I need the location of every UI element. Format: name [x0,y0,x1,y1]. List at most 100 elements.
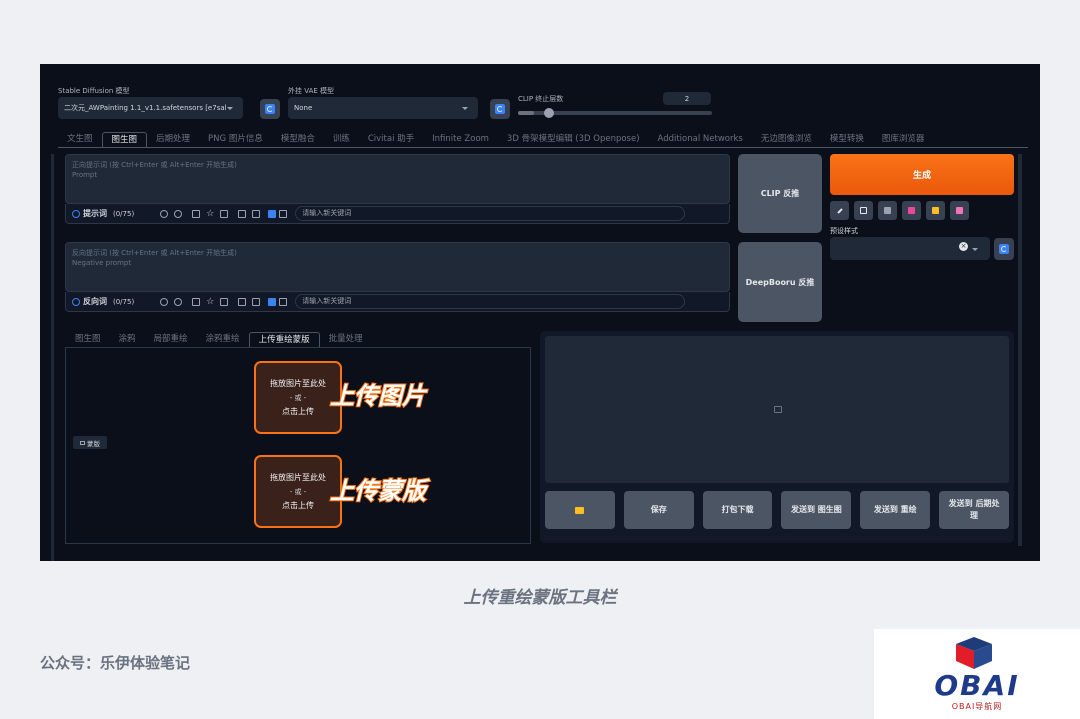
send-to-inpaint-button[interactable]: 发送到 重绘 [860,491,931,529]
main-tab[interactable]: 训练 [324,132,359,147]
callout-upload-mask: 上传蒙版 [329,476,427,506]
sub-tab[interactable]: 涂鸦 [110,332,145,347]
mask-drop-zone[interactable]: 拖放图片至此处 - 或 - 点击上传 [254,455,342,528]
main-tab[interactable]: 模型转换 [821,132,873,147]
figure-caption: 上传重绘蒙版工具栏 [463,588,617,608]
gear-icon[interactable] [174,297,183,306]
image-drop-zone[interactable]: 拖放图片至此处 - 或 - 点击上传 [254,361,342,434]
checkbox-checked[interactable] [268,297,277,306]
star-icon[interactable]: ☆ [206,297,214,307]
save-button[interactable]: 保存 [623,491,694,529]
prompt-placeholder: 正向提示词 (按 Ctrl+Enter 或 Alt+Enter 开始生成) [72,161,237,169]
prompt-placeholder-en: Prompt [72,171,98,179]
click-upload-text: 点击上传 [282,500,314,510]
refresh-sd-button[interactable] [260,99,280,119]
prompt-keyword-input[interactable]: 请输入新关键词 [295,206,686,221]
main-tab[interactable]: Infinite Zoom [423,132,498,147]
drop-text: 拖放图片至此处 [270,378,326,388]
grid-icon[interactable] [220,209,229,218]
globe-icon[interactable] [160,209,169,218]
sub-tab[interactable]: 局部重绘 [145,332,197,347]
footer-account: 公众号：乐伊体验笔记 [40,654,191,672]
checkbox-checked[interactable] [268,209,277,218]
preset-style-select[interactable]: × [830,237,990,260]
main-tab[interactable]: Civitai 助手 [359,132,423,147]
deepbooru-interrogate-button[interactable]: DeepBooru 反推 [738,242,822,322]
grid-icon[interactable] [220,297,229,306]
palette-icon [908,207,915,214]
refresh-icon [999,244,1009,254]
globe-icon[interactable] [160,297,169,306]
clipboard-button[interactable] [926,201,945,220]
chevron-down-icon [462,107,468,110]
checkbox-unchecked[interactable] [279,209,288,218]
send-to-img2img-button[interactable]: 发送到 图生图 [781,491,852,529]
translate-icon[interactable] [192,209,201,218]
prompt-count: (0/75) [113,209,135,218]
gear-icon[interactable] [174,209,183,218]
sub-tab[interactable]: 上传重绘蒙版 [248,332,320,347]
copy-icon[interactable] [238,297,247,306]
main-tab[interactable]: 无边图像浏览 [752,132,821,147]
or-text: - 或 - [289,393,307,402]
vae-label: 外挂 VAE 模型 [288,87,335,95]
pencil-icon [836,207,843,214]
sub-tab[interactable]: 涂鸦重绘 [197,332,249,347]
main-tab[interactable]: 文生图 [58,132,102,147]
translate-icon[interactable] [192,297,201,306]
chevron-down-icon [972,247,978,251]
callout-upload-image: 上传图片 [329,381,427,411]
trash-icon[interactable] [252,209,261,218]
edit-button[interactable] [830,201,849,220]
apply-style-button[interactable] [902,201,921,220]
send-to-extras-button[interactable]: 发送到 后期处理 [939,491,1009,529]
img2img-sub-tabs: 图生图 涂鸦 局部重绘 涂鸦重绘 上传重绘蒙版 批量处理 [66,330,530,347]
folder-icon [575,506,585,514]
open-folder-button[interactable] [545,491,615,529]
negative-placeholder-en: Negative prompt [72,259,132,267]
vae-select[interactable]: None [288,97,478,119]
drop-text: 拖放图片至此处 [270,472,326,482]
download-circle-icon[interactable] [72,297,80,306]
click-upload-text: 点击上传 [282,406,314,416]
main-tab[interactable]: 后期处理 [147,132,199,147]
copy-icon[interactable] [238,209,247,218]
negative-toolbar: 反向词 (0/75) ☆ 请输入新关键词 [65,292,730,312]
save-style-button[interactable] [950,201,969,220]
preset-style-label: 预设样式 [830,227,858,235]
left-border [51,154,54,561]
prompt-textarea[interactable]: 正向提示词 (按 Ctrl+Enter 或 Alt+Enter 开始生成) Pr… [65,154,730,204]
style-tools [830,201,969,220]
trash-icon [884,207,891,214]
clip-skip-slider[interactable] [518,108,712,118]
checkbox-unchecked[interactable] [279,297,288,306]
refresh-style-button[interactable] [994,238,1014,260]
clip-skip-number[interactable]: 2 [663,92,711,105]
clip-skip-handle[interactable] [543,108,554,118]
clip-skip-value: 2 [684,94,690,103]
sub-tab[interactable]: 批量处理 [320,332,372,347]
negative-prompt-textarea[interactable]: 反向提示词 (按 Ctrl+Enter 或 Alt+Enter 开始生成) Ne… [65,242,730,292]
logo-subtext: OBAI导航网 [951,702,1003,711]
main-tab[interactable]: Additional Networks [649,132,752,147]
main-tab[interactable]: 模型融合 [272,132,324,147]
refresh-vae-button[interactable] [490,99,510,119]
negative-placeholder: 反向提示词 (按 Ctrl+Enter 或 Alt+Enter 开始生成) [72,249,237,257]
trash-icon[interactable] [252,297,261,306]
main-tab[interactable]: 图生图 [101,132,148,147]
negative-keyword-input[interactable]: 请输入新关键词 [295,294,686,309]
sub-tab[interactable]: 图生图 [66,332,110,347]
main-tab[interactable]: PNG 图片信息 [199,132,272,147]
main-tab[interactable]: 图库浏览器 [873,132,934,147]
generate-button[interactable]: 生成 [830,154,1014,195]
main-tab[interactable]: 3D 骨架模型编辑 (3D Openpose) [498,132,649,147]
right-border [1018,154,1022,546]
clear-icon[interactable]: × [959,242,968,251]
clear-button[interactable] [854,201,873,220]
download-circle-icon[interactable] [72,209,80,218]
sd-model-select[interactable]: 二次元_AWPainting 1.1_v1.1.safetensors [e7s… [58,97,243,119]
star-icon[interactable]: ☆ [206,209,214,219]
zip-download-button[interactable]: 打包下载 [702,491,773,529]
delete-button[interactable] [878,201,897,220]
clip-interrogate-button[interactable]: CLIP 反推 [738,154,822,233]
